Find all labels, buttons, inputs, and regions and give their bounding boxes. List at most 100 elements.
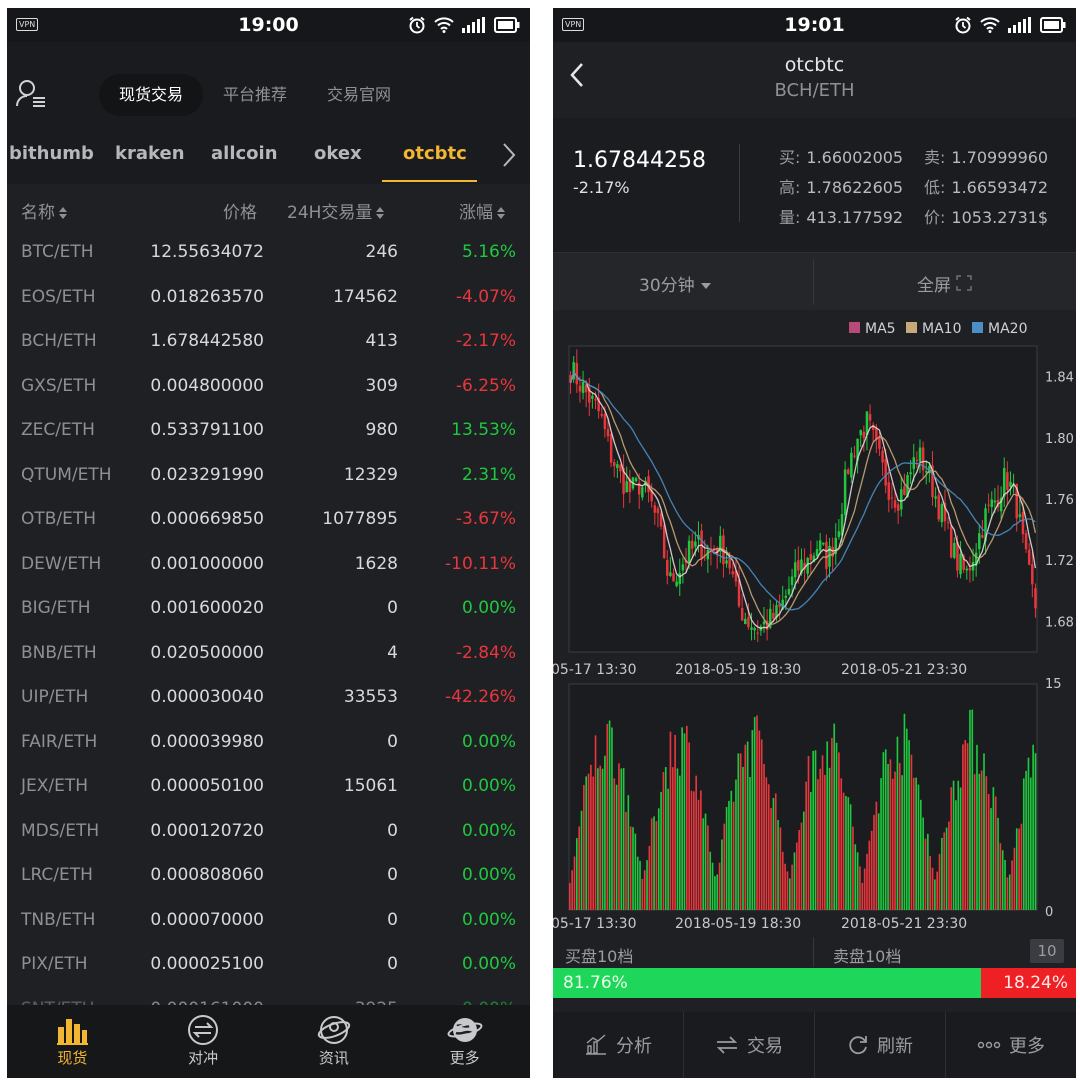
volume-bar bbox=[950, 787, 953, 910]
volume-bar bbox=[629, 826, 632, 910]
pair-price: 0.000039980 bbox=[150, 731, 264, 752]
table-row[interactable]: QTUM/ETH 0.023291990 12329 2.31% bbox=[7, 453, 530, 498]
refresh-button[interactable]: 刷新 bbox=[814, 1012, 945, 1078]
volume-bar bbox=[831, 737, 833, 910]
nav-more[interactable]: 更多 bbox=[399, 1005, 530, 1078]
table-header: 名称 价格 24H交易量 涨幅 bbox=[7, 184, 530, 230]
pair-name: BCH/ETH bbox=[21, 331, 97, 351]
pair-change: 0.00% bbox=[461, 776, 516, 796]
volume-bar bbox=[943, 832, 946, 910]
table-row[interactable]: JEX/ETH 0.000050100 15061 0.00% bbox=[7, 764, 530, 809]
pair-change: 0.00% bbox=[461, 731, 516, 752]
candle-body bbox=[675, 581, 678, 587]
sort-icon bbox=[376, 207, 385, 219]
volume-bar bbox=[683, 733, 686, 910]
column-volume-header[interactable]: 24H交易量 bbox=[287, 198, 385, 223]
volume-bar bbox=[891, 778, 894, 910]
volume-bar bbox=[915, 777, 917, 910]
fullscreen-button[interactable]: 全屏 bbox=[917, 271, 973, 296]
volume-bar bbox=[765, 777, 768, 910]
table-row[interactable]: ZEC/ETH 0.533791100 980 13.53% bbox=[7, 408, 530, 453]
volume-bar bbox=[693, 791, 695, 910]
volume-bar bbox=[760, 739, 763, 910]
table-row[interactable]: TNB/ETH 0.000070000 0 0.00% bbox=[7, 898, 530, 943]
depth-level-button[interactable]: 10 bbox=[1030, 939, 1064, 963]
column-name-header[interactable]: 名称 bbox=[21, 198, 68, 223]
analysis-button[interactable]: 分析 bbox=[553, 1012, 683, 1078]
table-row[interactable]: UIP/ETH 0.000030040 33553 -42.26% bbox=[7, 675, 530, 720]
bar-chart-icon bbox=[57, 1019, 89, 1045]
candle-body bbox=[575, 363, 579, 385]
pair-volume: 1628 bbox=[354, 553, 398, 574]
pair-change: 0.00% bbox=[461, 598, 516, 618]
exchange-tab-otcbtc[interactable]: otcbtc bbox=[403, 143, 467, 164]
exchange-tab-kraken[interactable]: kraken bbox=[115, 143, 185, 164]
volume-bar bbox=[962, 744, 964, 910]
exchange-tab-allcoin[interactable]: allcoin bbox=[211, 143, 278, 164]
volume-bar bbox=[742, 766, 744, 910]
table-row[interactable]: MDS/ETH 0.000120720 0 0.00% bbox=[7, 809, 530, 854]
volume-bar bbox=[838, 752, 840, 910]
volume-bar bbox=[814, 750, 817, 910]
volume-bar bbox=[664, 767, 667, 910]
candle-body bbox=[1002, 468, 1006, 497]
tab-platform-recommend[interactable]: 平台推荐 bbox=[203, 74, 307, 116]
volume-bar bbox=[800, 822, 803, 910]
pair-price: 0.000669850 bbox=[150, 509, 264, 529]
pair-price: 0.000050100 bbox=[150, 776, 264, 796]
volume-bar bbox=[863, 868, 866, 910]
table-row[interactable]: PIX/ETH 0.000025100 0 0.00% bbox=[7, 942, 530, 987]
volume-bar bbox=[688, 742, 690, 910]
table-row[interactable]: EOS/ETH 0.018263570 174562 -4.07% bbox=[7, 275, 530, 320]
table-row[interactable]: DEW/ETH 0.001000000 1628 -10.11% bbox=[7, 542, 530, 587]
table-row[interactable]: GXS/ETH 0.004800000 309 -6.25% bbox=[7, 364, 530, 409]
volume-bar bbox=[828, 767, 831, 910]
interval-selector[interactable]: 30分钟 bbox=[639, 271, 712, 296]
kline-chart[interactable]: MA5 MA10 MA20 1.84 1.80 1.76 1.72 1.68 05-17 13:… bbox=[553, 310, 1076, 935]
legend-swatch bbox=[972, 322, 983, 333]
more-globe-icon bbox=[447, 1018, 483, 1042]
tab-official-site[interactable]: 交易官网 bbox=[307, 74, 411, 116]
table-row[interactable]: BCH/ETH 1.678442580 413 -2.17% bbox=[7, 319, 530, 364]
kline-chart-area[interactable]: MA5 MA10 MA20 1.84 1.80 1.76 1.72 1.68 05-17 13:… bbox=[553, 310, 1076, 935]
nav-news[interactable]: 资讯 bbox=[269, 1005, 400, 1078]
volume-bar bbox=[959, 787, 962, 910]
column-change-header[interactable]: 涨幅 bbox=[459, 198, 506, 223]
exchange-tab-okex[interactable]: okex bbox=[314, 143, 362, 164]
tab-spot-trading[interactable]: 现货交易 bbox=[99, 74, 204, 116]
table-row[interactable]: BNB/ETH 0.020500000 4 -2.84% bbox=[7, 631, 530, 676]
table-row[interactable]: FAIR/ETH 0.000039980 0 0.00% bbox=[7, 720, 530, 765]
candle-body bbox=[690, 540, 694, 549]
more-button[interactable]: 更多 bbox=[945, 1012, 1076, 1078]
pair-volume: 0 bbox=[387, 954, 398, 974]
exchange-tab-bithumb[interactable]: bithumb bbox=[9, 143, 94, 164]
table-row[interactable]: BTC/ETH 12.55634072 246 5.16% bbox=[7, 230, 530, 275]
trade-button[interactable]: 交易 bbox=[683, 1012, 814, 1078]
candle-body bbox=[731, 571, 735, 575]
chart-toolbar: 30分钟 全屏 bbox=[553, 252, 1076, 310]
nav-hedge[interactable]: 对冲 bbox=[138, 1005, 269, 1078]
volume-bar bbox=[791, 864, 793, 910]
user-menu-icon[interactable] bbox=[15, 78, 47, 114]
market-table: BTC/ETH 12.55634072 246 5.16% EOS/ETH 0.01826… bbox=[7, 230, 530, 1031]
pair-name: TNB/ETH bbox=[21, 909, 96, 930]
chevron-right-icon[interactable] bbox=[502, 142, 516, 172]
volume-bar bbox=[788, 878, 791, 910]
legend-label: MA20 bbox=[988, 321, 1027, 337]
analysis-icon bbox=[586, 1034, 606, 1055]
table-row[interactable]: LRC/ETH 0.000808060 0 0.00% bbox=[7, 853, 530, 898]
pair-volume: 246 bbox=[365, 242, 398, 262]
volume-bar bbox=[599, 765, 602, 910]
table-row[interactable]: BIG/ETH 0.001600020 0 0.00% bbox=[7, 586, 530, 631]
table-row[interactable]: OTB/ETH 0.000669850 1077895 -3.67% bbox=[7, 497, 530, 542]
candle-body bbox=[616, 464, 619, 469]
volume-bar bbox=[718, 862, 721, 910]
volume-bar bbox=[980, 770, 983, 910]
volume-bar bbox=[941, 837, 943, 910]
volume-bar bbox=[784, 863, 786, 910]
nav-spot[interactable]: 现货 bbox=[7, 1005, 138, 1078]
candle-body bbox=[591, 395, 594, 399]
volume-bar bbox=[608, 720, 611, 910]
volume-bar bbox=[824, 774, 826, 910]
volume-bar bbox=[594, 735, 597, 910]
